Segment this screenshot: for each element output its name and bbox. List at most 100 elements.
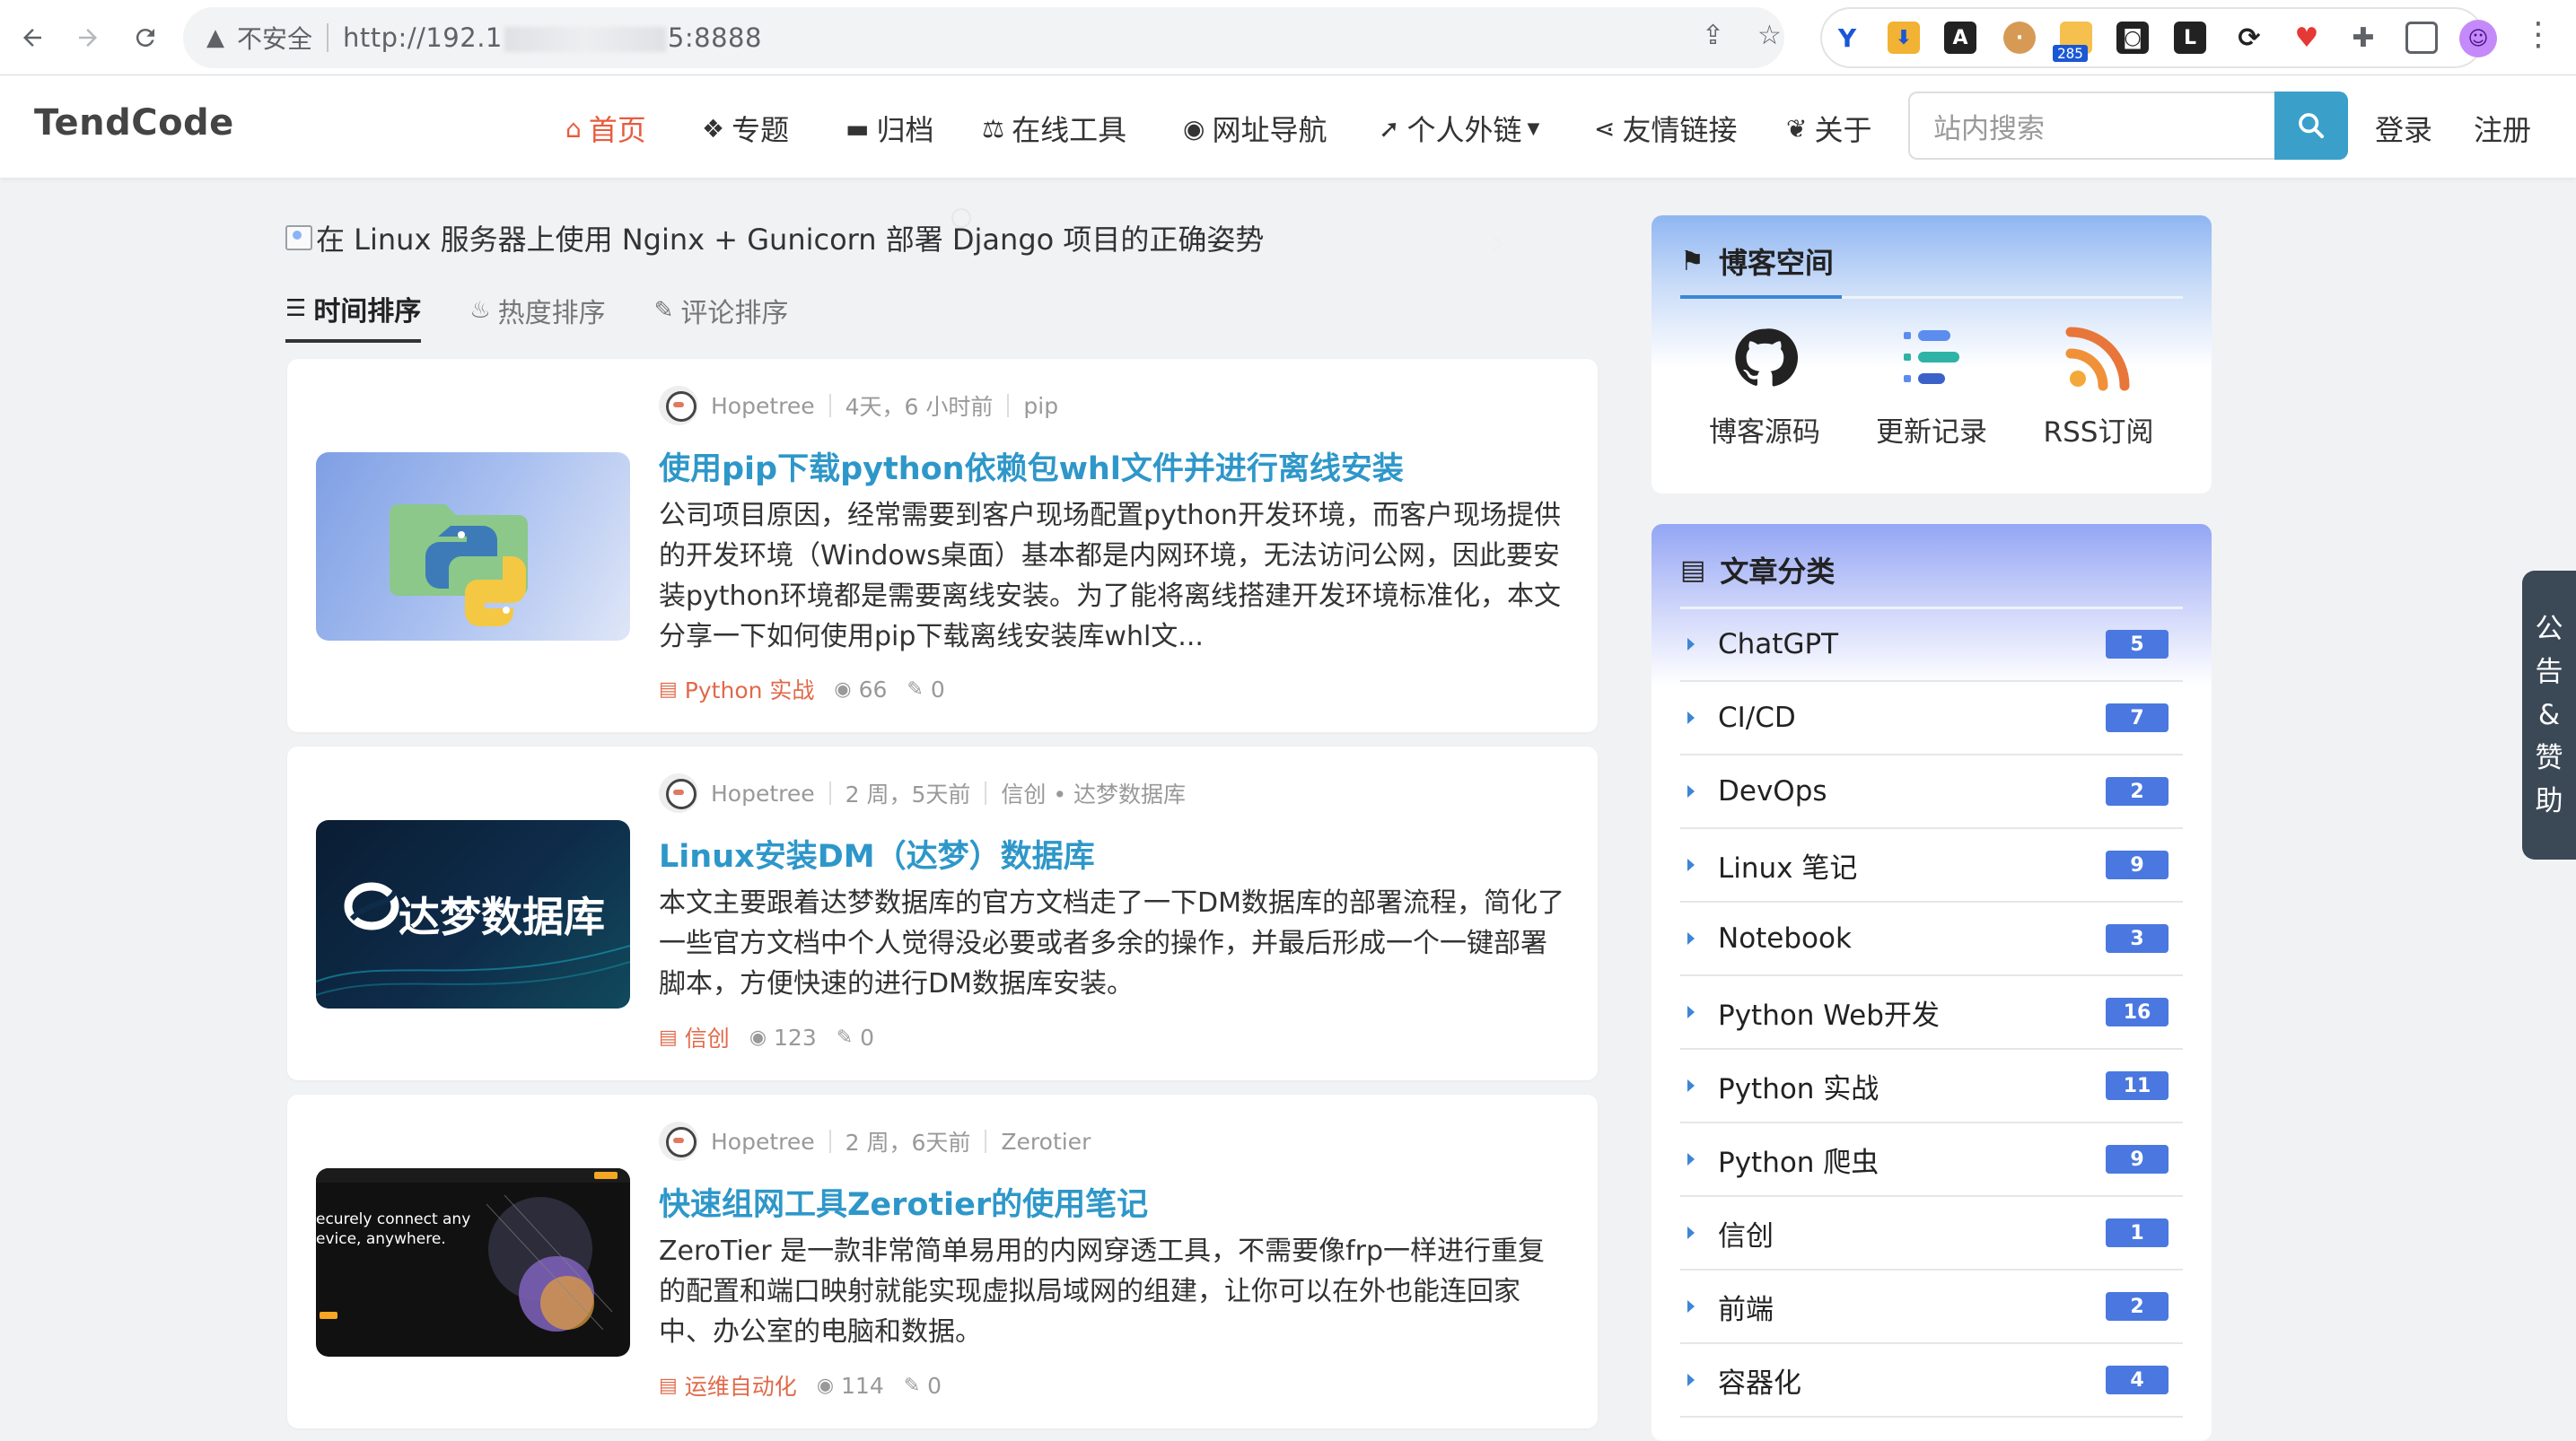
caret-right-icon bbox=[1687, 638, 1695, 651]
extension-sync-icon[interactable]: ⟳ bbox=[2233, 22, 2265, 54]
site-logo[interactable]: TendCode bbox=[34, 102, 234, 144]
sort-tabs: ☰ 时间排序 ♨ 热度排序 ✎ 评论排序 bbox=[285, 293, 837, 343]
nav-friend-links[interactable]: ⋖ 友情链接 bbox=[1594, 108, 1737, 149]
caret-right-icon bbox=[1687, 1374, 1695, 1386]
category-count-badge: 3 bbox=[2106, 924, 2169, 953]
category-item[interactable]: Notebook 3 bbox=[1680, 903, 2183, 976]
tab-sort-comments[interactable]: ✎ 评论排序 bbox=[654, 293, 789, 343]
category-item[interactable]: 信创 1 bbox=[1680, 1197, 2183, 1271]
tab-sort-hot[interactable]: ♨ 热度排序 bbox=[469, 293, 605, 343]
author-name[interactable]: Hopetree bbox=[711, 781, 815, 807]
share-icon[interactable]: ⇪ bbox=[1702, 20, 1724, 51]
article-title[interactable]: Linux安装DM（达梦）数据库 bbox=[659, 831, 1095, 877]
nav-label: 在线工具 bbox=[1012, 113, 1127, 147]
bookmark-star-icon[interactable]: ☆ bbox=[1757, 20, 1782, 51]
article-thumbnail[interactable] bbox=[316, 452, 630, 641]
article-category[interactable]: ▤ Python 实战 bbox=[659, 673, 814, 705]
nav-personal-links[interactable]: ➚ 个人外链 ▼ bbox=[1379, 108, 1539, 149]
author-name[interactable]: Hopetree bbox=[711, 1129, 815, 1155]
meta-divider bbox=[828, 394, 831, 417]
category-name: Notebook bbox=[1718, 922, 1852, 955]
category-item[interactable]: ChatGPT 5 bbox=[1680, 608, 2183, 682]
back-arrow-icon bbox=[23, 29, 41, 47]
blog-source-link[interactable]: 博客源码 bbox=[1684, 325, 1845, 450]
back-button[interactable] bbox=[13, 18, 52, 57]
meta-divider bbox=[828, 1130, 831, 1153]
login-link[interactable]: 登录 bbox=[2375, 108, 2432, 149]
broken-image-icon bbox=[285, 225, 312, 250]
nav-archive[interactable]: ▬ 归档 bbox=[846, 108, 933, 149]
security-label: 不安全 bbox=[237, 24, 313, 54]
browser-menu-icon[interactable]: ⋮ bbox=[2522, 16, 2554, 53]
article-title[interactable]: 使用pip下载python依赖包whl文件并进行离线安装 bbox=[659, 443, 1404, 489]
nav-label: 专题 bbox=[732, 113, 790, 147]
caret-right-icon bbox=[1687, 1300, 1695, 1313]
category-count-badge: 9 bbox=[2106, 1145, 2169, 1174]
category-item[interactable]: 容器化 4 bbox=[1680, 1344, 2183, 1418]
view-count: ◉ 114 bbox=[817, 1373, 884, 1399]
article-tags[interactable]: pip bbox=[1023, 393, 1058, 419]
nav-home[interactable]: ⌂ 首页 bbox=[565, 108, 646, 149]
banner-carousel[interactable]: 在 Linux 服务器上使用 Nginx + Gunicorn 部署 Djang… bbox=[285, 217, 1264, 258]
cubes-icon: ❖ bbox=[702, 113, 725, 144]
side-panel-icon[interactable] bbox=[2405, 22, 2438, 54]
author-name[interactable]: Hopetree bbox=[711, 393, 815, 419]
reload-button[interactable] bbox=[126, 18, 165, 57]
author-avatar[interactable] bbox=[659, 1122, 698, 1161]
extension-heart-icon[interactable]: ♥ bbox=[2291, 22, 2323, 54]
register-link[interactable]: 注册 bbox=[2474, 108, 2531, 149]
nav-online-tools[interactable]: ⚖ 在线工具 bbox=[982, 108, 1126, 149]
forward-button[interactable] bbox=[68, 18, 108, 57]
extension-y-icon[interactable]: Y bbox=[1831, 22, 1863, 54]
tab-sort-time[interactable]: ☰ 时间排序 bbox=[285, 293, 422, 343]
carousel-next-icon[interactable]: › bbox=[1490, 219, 1506, 265]
url-prefix: http://192.1 bbox=[343, 22, 503, 53]
extension-l-icon[interactable]: L bbox=[2174, 22, 2206, 54]
profile-avatar[interactable]: ☺ bbox=[2459, 20, 2497, 57]
extension-game-icon[interactable]: ◙ bbox=[2116, 22, 2149, 54]
announcement-sponsor-tab[interactable]: 公 告 & 赞 助 bbox=[2522, 571, 2576, 860]
category-item[interactable]: DevOps 2 bbox=[1680, 755, 2183, 829]
changelog-link[interactable]: 更新记录 bbox=[1851, 325, 2012, 450]
category-count-badge: 9 bbox=[2106, 851, 2169, 879]
article-category[interactable]: ▤ 运维自动化 bbox=[659, 1369, 797, 1402]
extension-cookie-icon[interactable]: · bbox=[2003, 22, 2036, 54]
nav-label: 关于 bbox=[1814, 113, 1872, 147]
thumbnail-caption: ecurely connect any evice, anywhere. bbox=[316, 1210, 471, 1248]
author-avatar[interactable] bbox=[659, 386, 698, 425]
site-header: TendCode ⌂ 首页 ❖ 专题 ▬ 归档 ⚖ 在线工具 ◉ 网址导航 ➚ 个人外链 ▼ … bbox=[0, 75, 2576, 178]
extensions-bar bbox=[1820, 7, 2484, 68]
article-category[interactable]: ▤ 信创 bbox=[659, 1021, 730, 1053]
nav-about[interactable]: ❦ 关于 bbox=[1786, 108, 1871, 149]
extensions-puzzle-icon[interactable]: ✚ bbox=[2347, 22, 2379, 54]
author-avatar[interactable] bbox=[659, 773, 698, 813]
caret-right-icon bbox=[1687, 785, 1695, 798]
category-item[interactable]: Python Web开发 16 bbox=[1680, 976, 2183, 1050]
meta-divider bbox=[985, 1130, 987, 1153]
site-search-input[interactable]: 站内搜索 bbox=[1908, 92, 2274, 160]
article-tags[interactable]: 信创 • 达梦数据库 bbox=[1001, 777, 1186, 809]
nav-url-navigation[interactable]: ◉ 网址导航 bbox=[1183, 108, 1327, 149]
extension-a-icon[interactable]: A bbox=[1944, 22, 1976, 54]
category-item[interactable]: CI/CD 7 bbox=[1680, 682, 2183, 755]
category-item[interactable]: Python 实战 11 bbox=[1680, 1050, 2183, 1123]
reload-icon bbox=[136, 29, 154, 48]
link-label: 博客源码 bbox=[1709, 416, 1820, 449]
comments-value: 0 bbox=[930, 676, 945, 703]
carousel-indicator[interactable] bbox=[951, 208, 971, 228]
article-title[interactable]: 快速组网工具Zerotier的使用笔记 bbox=[659, 1179, 1148, 1225]
article-thumbnail[interactable]: ecurely connect any evice, anywhere. bbox=[316, 1168, 630, 1357]
category-item[interactable]: Linux 笔记 9 bbox=[1680, 829, 2183, 903]
article-thumbnail[interactable]: 达梦数据库 bbox=[316, 820, 630, 1009]
category-item[interactable]: 前端 2 bbox=[1680, 1271, 2183, 1344]
address-bar[interactable]: ▲ 不安全 http://192.1 5:8888 bbox=[183, 7, 1784, 68]
extension-download-icon[interactable]: ⬇ bbox=[1888, 22, 1920, 54]
article-stats: ▤ Python 实战 ◉ 66 ✎ 0 bbox=[659, 673, 965, 705]
search-button[interactable] bbox=[2274, 92, 2348, 160]
comment-count: ✎ 0 bbox=[837, 1025, 874, 1051]
category-item[interactable]: Python 爬虫 9 bbox=[1680, 1123, 2183, 1197]
leaf-icon: ❦ bbox=[1786, 113, 1808, 144]
nav-topics[interactable]: ❖ 专题 bbox=[702, 108, 789, 149]
article-tags[interactable]: Zerotier bbox=[1001, 1129, 1091, 1155]
rss-link[interactable]: RSS订阅 bbox=[2018, 325, 2179, 450]
